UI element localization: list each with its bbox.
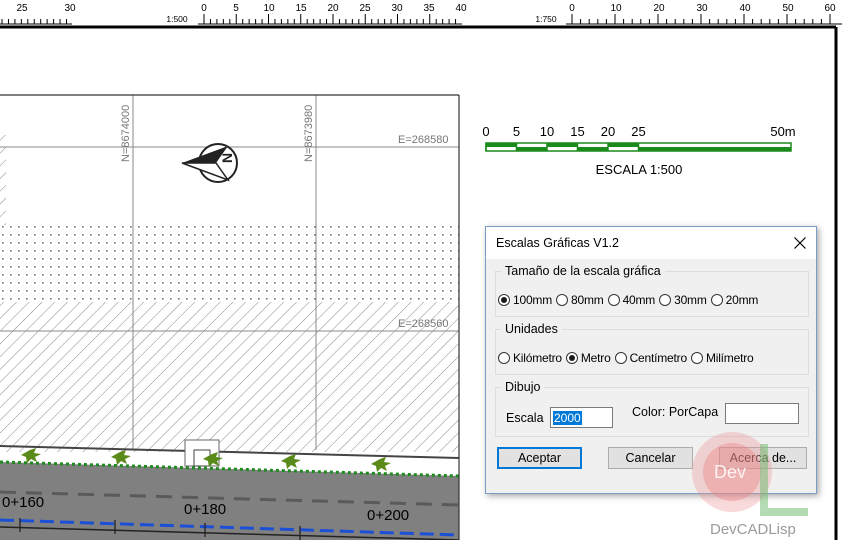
radio-80mm[interactable]: 80mm — [556, 293, 604, 307]
units-options: Kilómetro Metro Centímetro Milímetro — [498, 351, 757, 365]
radio-100mm[interactable]: 100mm — [498, 293, 552, 307]
easting-label-2: E=268560 — [398, 318, 448, 330]
plan-viewport: N N=8674000 N=8673980 E=268580 E=268560 … — [0, 95, 459, 540]
scale-bar-segment — [577, 147, 608, 151]
scale-bar-tick-label: 0 — [482, 124, 489, 139]
scale-bar-segment — [547, 143, 578, 147]
watermark-caption: DevCADLisp — [710, 521, 796, 538]
scale-bar-caption: ESCALA 1:500 — [596, 162, 683, 177]
scale-label: Escala — [506, 411, 544, 425]
scale-bar-tick-label: 10 — [540, 124, 554, 139]
northing-label-1: N=8674000 — [120, 105, 132, 162]
ruler-left-label: 5 — [233, 3, 239, 14]
radio-label: 20mm — [725, 293, 759, 307]
ruler-left-label: 10 — [263, 3, 275, 14]
radio-centimetro[interactable]: Centímetro — [614, 351, 688, 365]
ruler-right-label: 30 — [696, 3, 708, 14]
radio-circle[interactable] — [614, 352, 627, 364]
station-label-1: 0+160 — [2, 494, 44, 511]
ruler-left-label: 20 — [327, 3, 339, 14]
radio-circle[interactable] — [659, 294, 672, 306]
radio-label: 80mm — [571, 293, 604, 307]
radio-40mm[interactable]: 40mm — [607, 293, 656, 307]
northing-label-2: N=8673980 — [303, 105, 315, 162]
radio-circle[interactable] — [498, 294, 510, 306]
ruler-right-label: 60 — [824, 3, 836, 14]
radio-label: 30mm — [674, 293, 707, 307]
dialog-title: Escalas Gráficas V1.2 — [496, 236, 619, 250]
graphic-scale-bar: 0 5 10 15 20 25 50m ESCALA 1:500 — [482, 124, 795, 177]
close-icon — [794, 237, 806, 249]
scale-bar-tick-label: 20 — [601, 124, 615, 139]
radio-metro[interactable]: Metro — [565, 351, 611, 365]
size-group-legend: Tamaño de la escala gráfica — [501, 264, 665, 278]
radio-circle[interactable] — [710, 294, 723, 306]
scale-input-value: 2000 — [553, 411, 582, 425]
easting-label-1: E=268580 — [398, 134, 448, 146]
radio-circle[interactable] — [565, 352, 578, 364]
ruler-left-label: 40 — [455, 3, 467, 14]
scale-bar-end-label: 50m — [770, 124, 795, 139]
scale-bar-segment — [486, 143, 517, 147]
drawing-group-legend: Dibujo — [501, 380, 545, 394]
top-ruler-left: 25 30 0 5 10 15 20 25 30 35 40 1:500 — [0, 3, 467, 25]
scale-bar-segment — [608, 143, 639, 147]
ruler-left-label: 15 — [295, 3, 307, 14]
radio-label: 100mm — [513, 293, 553, 307]
radio-20mm[interactable]: 20mm — [710, 293, 759, 307]
radio-label: Metro — [580, 351, 611, 365]
ruler-left-label: 35 — [423, 3, 435, 14]
dialog-titlebar[interactable]: Escalas Gráficas V1.2 — [486, 227, 816, 259]
radio-label: Milímetro — [705, 351, 754, 365]
radio-circle[interactable] — [556, 294, 569, 306]
top-ruler-right: 0 10 20 30 40 50 60 1:750 — [535, 3, 842, 25]
radio-30mm[interactable]: 30mm — [659, 293, 707, 307]
watermark-logo-text: Dev — [714, 462, 746, 482]
station-label-2: 0+180 — [184, 501, 226, 518]
ruler-left-label: 0 — [201, 3, 207, 14]
ruler-left-label: 30 — [64, 3, 76, 14]
devcadlisp-watermark: Dev DevCADLisp — [692, 432, 808, 538]
color-label: Color: PorCapa — [632, 405, 719, 419]
close-button[interactable] — [784, 227, 816, 259]
ruler-left-scale-label: 1:500 — [166, 14, 188, 24]
station-label-3: 0+200 — [367, 507, 409, 524]
scale-bar-tick-label: 5 — [513, 124, 520, 139]
scale-input[interactable]: 2000 — [550, 407, 613, 428]
radio-kilometro[interactable]: Kilómetro — [498, 351, 562, 365]
radio-label: 40mm — [622, 293, 656, 307]
north-arrow-letter: N — [219, 153, 235, 163]
radio-circle[interactable] — [498, 352, 510, 364]
hatched-area — [0, 302, 459, 452]
radio-milimetro[interactable]: Milímetro — [690, 351, 754, 365]
ruler-right-label: 0 — [569, 3, 575, 14]
cancel-button[interactable]: Cancelar — [608, 447, 693, 469]
ruler-right-label: 40 — [739, 3, 751, 14]
scale-bar-segment — [516, 147, 547, 151]
ruler-left-label: 30 — [391, 3, 403, 14]
radio-circle[interactable] — [607, 294, 620, 306]
radio-circle[interactable] — [690, 352, 703, 364]
accept-button[interactable]: Aceptar — [497, 447, 582, 469]
radio-label: Kilómetro — [513, 351, 562, 365]
scale-bar-tick-label: 15 — [570, 124, 584, 139]
scale-bar-segment — [638, 147, 791, 151]
color-field[interactable] — [725, 403, 799, 424]
radio-label: Centímetro — [629, 351, 688, 365]
ruler-right-label: 50 — [782, 3, 794, 14]
ruler-right-label: 20 — [653, 3, 665, 14]
dotted-area — [0, 222, 459, 302]
ruler-left-label: 25 — [16, 3, 28, 14]
ruler-right-scale-label: 1:750 — [535, 14, 557, 24]
ruler-right-label: 10 — [610, 3, 622, 14]
ruler-left-label: 25 — [359, 3, 371, 14]
size-options: 100mm 80mm 40mm 30mm 20mm — [498, 293, 762, 307]
scale-bar-tick-label: 25 — [631, 124, 645, 139]
units-group-legend: Unidades — [501, 322, 562, 336]
